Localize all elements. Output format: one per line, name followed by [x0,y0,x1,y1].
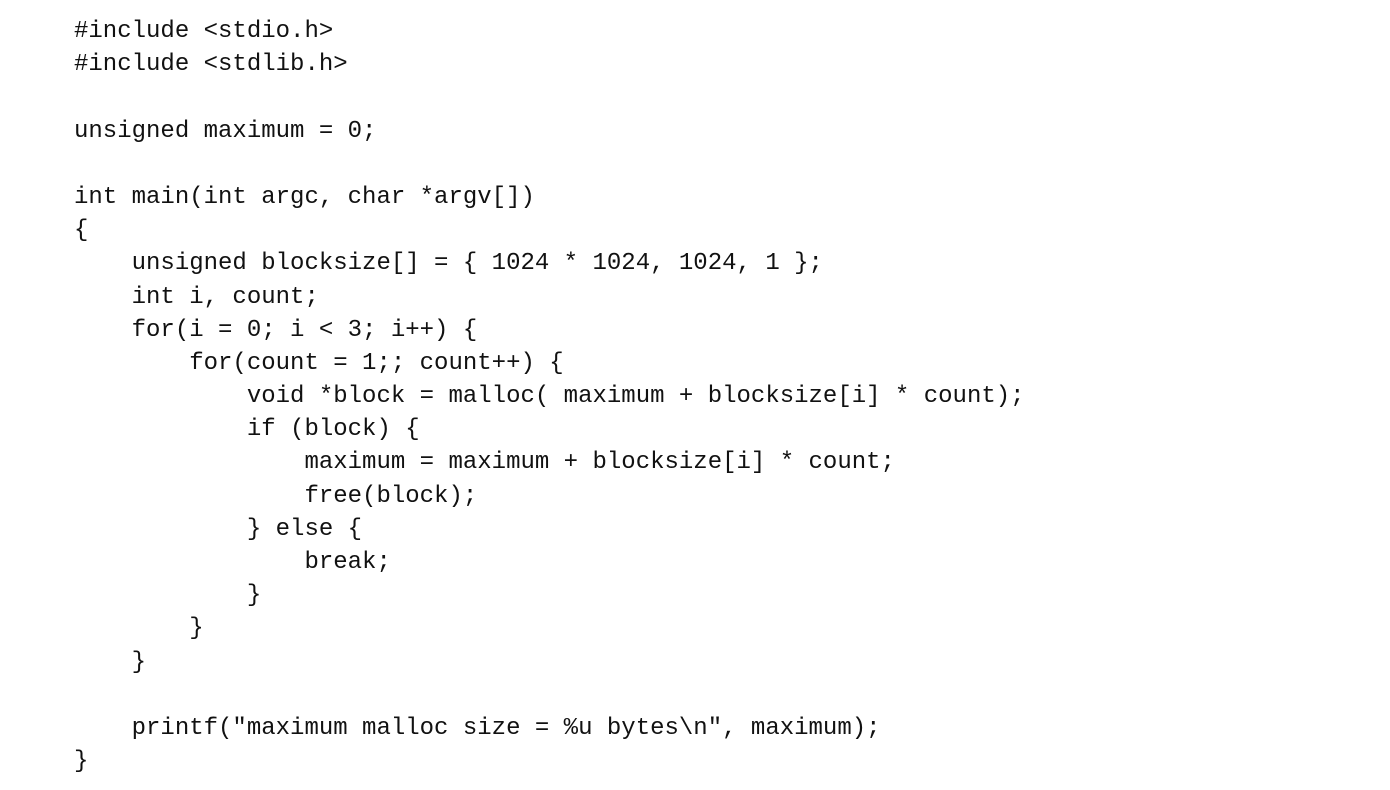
code-listing: #include <stdio.h> #include <stdlib.h> uns… [74,15,1025,778]
code-line-inner-for: for(count = 1;; count++) { [74,349,564,377]
code-line-blocksize-array: unsigned blocksize[] = { 1024 * 1024, 10… [74,250,823,278]
code-line-close-outer-for: } [74,648,147,676]
code-line-else: } else { [74,515,363,543]
code-line-close-main: } [74,748,89,776]
code-line-if-block: if (block) { [74,416,420,444]
code-line-open-brace: { [74,217,89,245]
code-line-outer-for: for(i = 0; i < 3; i++) { [74,316,478,344]
code-line-declare-vars: int i, count; [74,283,319,311]
code-line-include-stdlib: #include <stdlib.h> [74,51,348,79]
code-line-malloc-call: void *block = malloc( maximum + blocksiz… [74,383,1025,411]
code-line-include-stdio: #include <stdio.h> [74,18,334,45]
code-line-break: break; [74,549,391,576]
code-line-update-maximum: maximum = maximum + blocksize[i] * count… [74,449,895,477]
code-line-close-if: } [74,582,262,610]
code-line-close-inner-for: } [74,615,204,643]
code-line-global-maximum: unsigned maximum = 0; [74,117,377,145]
code-line-free-block: free(block); [74,482,478,510]
code-line-printf: printf("maximum malloc size = %u bytes\n… [74,714,881,742]
code-line-main-signature: int main(int argc, char *argv[]) [74,183,535,211]
